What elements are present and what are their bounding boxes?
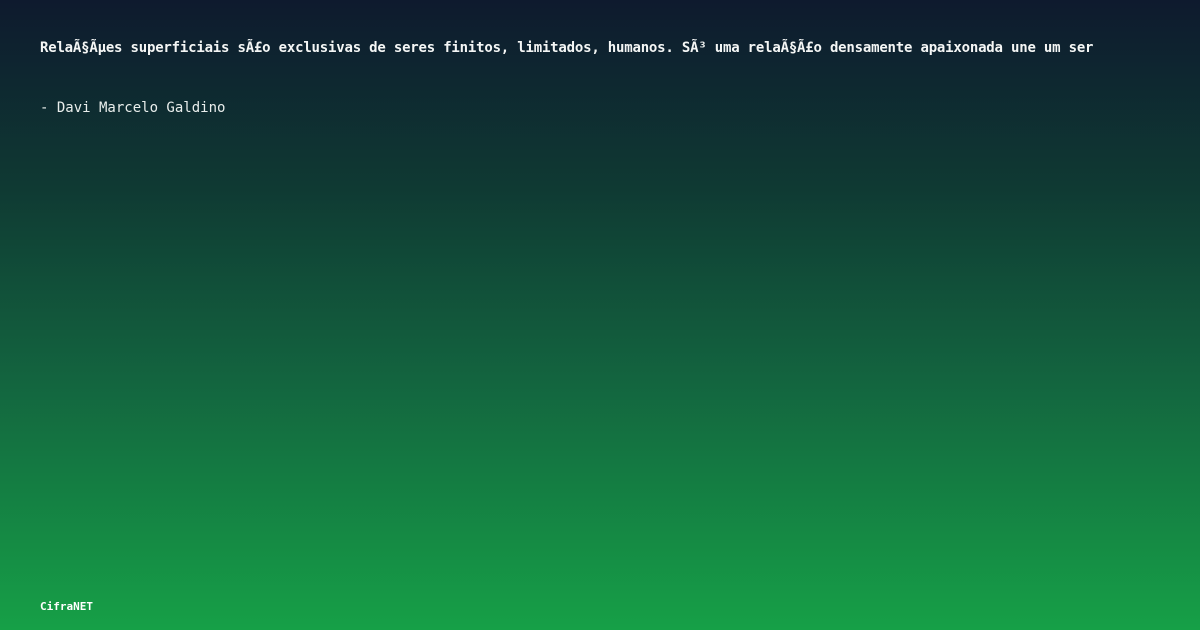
quote-author: - Davi Marcelo Galdino	[40, 100, 226, 116]
brand-logo-text: CifraNET	[40, 600, 93, 613]
quote-text: RelaÃ§Ãµes superficiais sÃ£o exclusivas …	[40, 40, 1094, 56]
